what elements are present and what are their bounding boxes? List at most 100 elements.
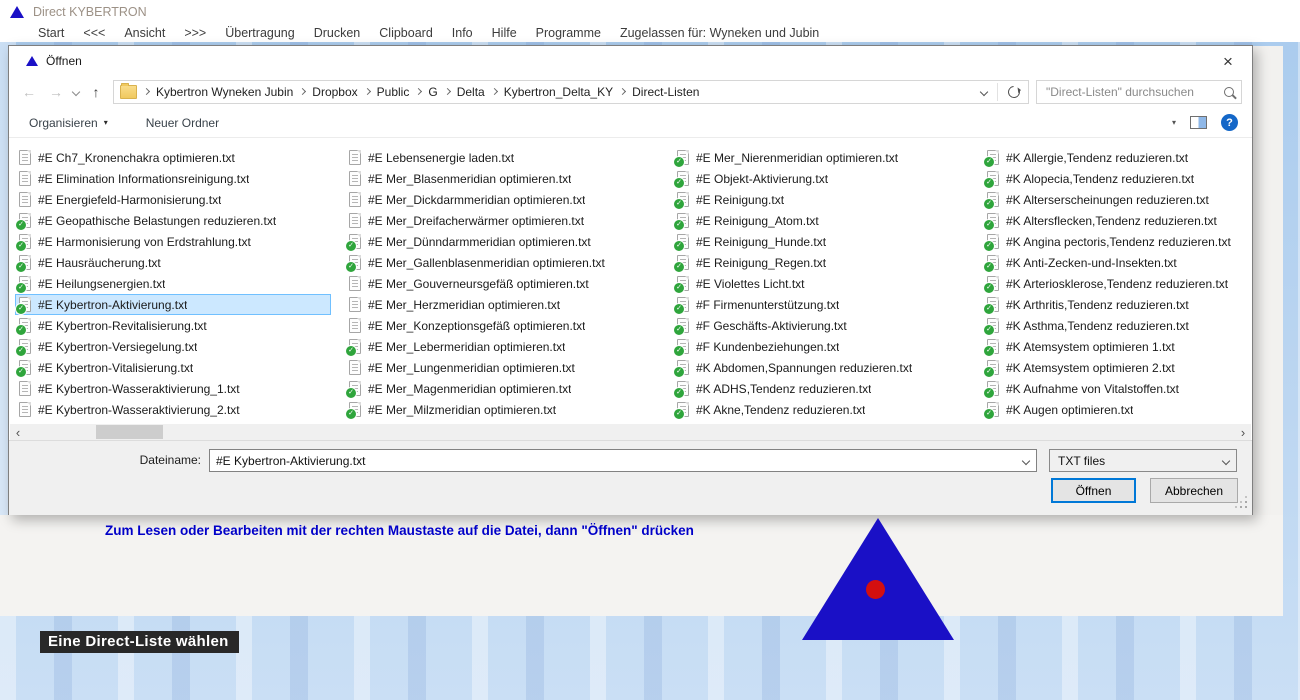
search-input[interactable]	[1044, 84, 1218, 100]
file-item[interactable]: #E Ch7_Kronenchakra optimieren.txt	[15, 147, 331, 168]
menu-item[interactable]: Start	[38, 26, 64, 40]
address-dropdown-icon[interactable]	[980, 87, 988, 95]
up-icon[interactable]: ↑	[86, 81, 106, 103]
file-item[interactable]: ✓#K Atemsystem optimieren 1.txt	[983, 336, 1249, 357]
scroll-right-icon[interactable]: ›	[1235, 424, 1251, 440]
file-item[interactable]: ✓#K Aufnahme von Vitalstoffen.txt	[983, 378, 1249, 399]
scrollbar-thumb[interactable]	[96, 425, 163, 439]
breadcrumb-segment[interactable]: Kybertron Wyneken Jubin	[156, 85, 293, 99]
file-item[interactable]: ✓#K Abdomen,Spannungen reduzieren.txt	[673, 357, 971, 378]
file-item[interactable]: ✓#K ADHS,Tendenz reduzieren.txt	[673, 378, 971, 399]
search-box[interactable]	[1036, 80, 1242, 104]
file-item[interactable]: ✓#E Kybertron-Vitalisierung.txt	[15, 357, 331, 378]
file-item[interactable]: #E Mer_Konzeptionsgefäß optimieren.txt	[345, 315, 659, 336]
menu-item[interactable]: Drucken	[314, 26, 361, 40]
file-item[interactable]: ✓#E Kybertron-Versiegelung.txt	[15, 336, 331, 357]
file-item[interactable]: ✓#K Alterserscheinungen reduzieren.txt	[983, 189, 1249, 210]
history-chevron-icon[interactable]	[72, 87, 80, 95]
file-item[interactable]: ✓#K Alopecia,Tendenz reduzieren.txt	[983, 168, 1249, 189]
organize-button[interactable]: Organisieren ▾	[29, 116, 108, 130]
file-item[interactable]: ✓#E Mer_Milzmeridian optimieren.txt	[345, 399, 659, 420]
scroll-left-icon[interactable]: ‹	[10, 424, 26, 440]
file-item[interactable]: #E Elimination Informationsreinigung.txt	[15, 168, 331, 189]
file-item[interactable]: ✓#E Reinigung.txt	[673, 189, 971, 210]
file-item[interactable]: ✓#E Mer_Dünndarmmeridian optimieren.txt	[345, 231, 659, 252]
file-item[interactable]: ✓#E Violettes Licht.txt	[673, 273, 971, 294]
breadcrumb-segment[interactable]: Dropbox	[312, 85, 357, 99]
file-item[interactable]: #E Mer_Dickdarmmeridian optimieren.txt	[345, 189, 659, 210]
file-item[interactable]: ✓#E Kybertron-Revitalisierung.txt	[15, 315, 331, 336]
menu-item[interactable]: <<<	[83, 26, 105, 40]
filename-dropdown-icon[interactable]	[1016, 450, 1036, 471]
menu-item[interactable]: >>>	[184, 26, 206, 40]
file-item[interactable]: ✓#E Mer_Magenmeridian optimieren.txt	[345, 378, 659, 399]
breadcrumb-segment[interactable]: Direct-Listen	[632, 85, 699, 99]
view-list-icon[interactable]	[1143, 117, 1158, 129]
file-item[interactable]: ✓#E Objekt-Aktivierung.txt	[673, 168, 971, 189]
file-item[interactable]: ✓#K Asthma,Tendenz reduzieren.txt	[983, 315, 1249, 336]
file-item[interactable]: ✓#K Allergie,Tendenz reduzieren.txt	[983, 147, 1249, 168]
file-item[interactable]: ✓#K Altersflecken,Tendenz reduzieren.txt	[983, 210, 1249, 231]
breadcrumb-segment[interactable]: Public	[377, 85, 410, 99]
file-item[interactable]: ✓#K Arthritis,Tendenz reduzieren.txt	[983, 294, 1249, 315]
text-file-icon: ✓	[349, 402, 361, 417]
file-item[interactable]: ✓#E Mer_Nierenmeridian optimieren.txt	[673, 147, 971, 168]
help-icon[interactable]: ?	[1221, 114, 1238, 131]
filetype-select[interactable]: TXT files	[1049, 449, 1237, 472]
file-item[interactable]: ✓#K Akne,Tendenz reduzieren.txt	[673, 399, 971, 420]
close-icon[interactable]: ×	[1210, 49, 1246, 75]
horizontal-scrollbar[interactable]: ‹ ›	[10, 424, 1251, 440]
file-item[interactable]: #E Lebensenergie laden.txt	[345, 147, 659, 168]
file-item[interactable]: ✓#F Firmenunterstützung.txt	[673, 294, 971, 315]
file-item[interactable]: ✓#E Harmonisierung von Erdstrahlung.txt	[15, 231, 331, 252]
file-item[interactable]: #E Mer_Gouverneursgefäß optimieren.txt	[345, 273, 659, 294]
file-item[interactable]: #E Mer_Blasenmeridian optimieren.txt	[345, 168, 659, 189]
menu-item[interactable]: Ansicht	[124, 26, 165, 40]
file-item[interactable]: ✓#K Anti-Zecken-und-Insekten.txt	[983, 252, 1249, 273]
file-item[interactable]: ✓#E Hausräucherung.txt	[15, 252, 331, 273]
preview-pane-icon[interactable]	[1190, 116, 1207, 129]
file-item[interactable]: #E Energiefeld-Harmonisierung.txt	[15, 189, 331, 210]
breadcrumb-segment[interactable]: Kybertron_Delta_KY	[504, 85, 613, 99]
refresh-icon[interactable]	[1006, 83, 1023, 100]
file-item[interactable]: ✓#E Reinigung_Regen.txt	[673, 252, 971, 273]
file-item[interactable]: ✓#E Reinigung_Hunde.txt	[673, 231, 971, 252]
cancel-button[interactable]: Abbrechen	[1150, 478, 1238, 503]
file-item[interactable]: ✓#K Angina pectoris,Tendenz reduzieren.t…	[983, 231, 1249, 252]
filename-input[interactable]	[210, 454, 1016, 468]
menu-item[interactable]: Übertragung	[225, 26, 295, 40]
menu-item[interactable]: Hilfe	[492, 26, 517, 40]
file-item[interactable]: ✓#E Kybertron-Aktivierung.txt	[15, 294, 331, 315]
file-item[interactable]: ✓#K Atemsystem optimieren 2.txt	[983, 357, 1249, 378]
file-item[interactable]: #E Mer_Dreifacherwärmer optimieren.txt	[345, 210, 659, 231]
back-icon[interactable]: ←	[19, 81, 39, 103]
file-item[interactable]: ✓#E Mer_Lebermeridian optimieren.txt	[345, 336, 659, 357]
file-item[interactable]: ✓#E Reinigung_Atom.txt	[673, 210, 971, 231]
file-item[interactable]: #E Kybertron-Wasseraktivierung_2.txt	[15, 399, 331, 420]
file-item[interactable]: ✓#E Geopathische Belastungen reduzieren.…	[15, 210, 331, 231]
filename-combobox[interactable]	[209, 449, 1037, 472]
menu-item[interactable]: Programme	[536, 26, 601, 40]
file-item[interactable]: ✓#F Kundenbeziehungen.txt	[673, 336, 971, 357]
breadcrumb-segment[interactable]: G	[428, 85, 437, 99]
resize-grip[interactable]	[1245, 506, 1247, 508]
menu-item[interactable]: Info	[452, 26, 473, 40]
file-item[interactable]: ✓#E Mer_Gallenblasenmeridian optimieren.…	[345, 252, 659, 273]
file-item[interactable]: ✓#E Heilungsenergien.txt	[15, 273, 331, 294]
forward-icon[interactable]: →	[46, 81, 66, 103]
view-dropdown-icon[interactable]: ▾	[1172, 119, 1176, 127]
breadcrumb[interactable]: Kybertron Wyneken Jubin Dropbox Public G Del…	[113, 80, 1029, 104]
menu-item[interactable]: Clipboard	[379, 26, 433, 40]
file-item[interactable]: ✓#K Arteriosklerose,Tendenz reduzieren.t…	[983, 273, 1249, 294]
text-file-icon: ✓	[349, 381, 361, 396]
file-item[interactable]: #E Mer_Lungenmeridian optimieren.txt	[345, 357, 659, 378]
sync-check-icon: ✓	[15, 282, 27, 294]
breadcrumb-segment[interactable]: Delta	[457, 85, 485, 99]
new-folder-button[interactable]: Neuer Ordner	[146, 116, 219, 130]
file-item[interactable]: ✓#F Geschäfts-Aktivierung.txt	[673, 315, 971, 336]
open-button[interactable]: Öffnen	[1051, 478, 1136, 503]
file-item[interactable]: #E Kybertron-Wasseraktivierung_1.txt	[15, 378, 331, 399]
file-item[interactable]: #E Mer_Herzmeridian optimieren.txt	[345, 294, 659, 315]
file-item[interactable]: ✓#K Augen optimieren.txt	[983, 399, 1249, 420]
search-icon[interactable]	[1224, 87, 1234, 97]
